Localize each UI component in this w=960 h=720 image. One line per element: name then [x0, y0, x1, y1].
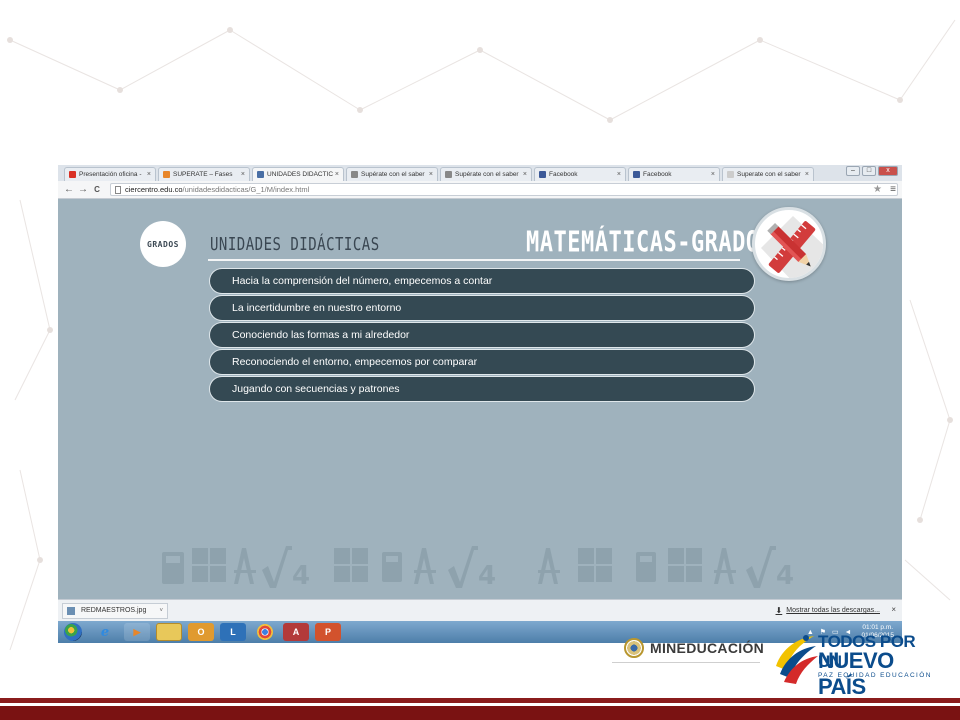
- colombia-seal-icon: [624, 638, 644, 658]
- browser-tab[interactable]: SUPERATE – Fases ×: [158, 167, 250, 181]
- close-tab-icon[interactable]: ×: [523, 171, 527, 178]
- chrome-icon[interactable]: [257, 624, 273, 640]
- footer-stripe-top: [0, 698, 960, 703]
- browser-toolbar: ← → C ciercentro.edu.co/unidadesdidactic…: [58, 181, 902, 199]
- tab-label: SUPERATE – Fases: [173, 171, 233, 178]
- browser-tab[interactable]: Facebook ×: [628, 167, 720, 181]
- square-root-icon: 4: [262, 546, 310, 591]
- download-filename: REDMAESTROS.jpg: [81, 607, 147, 614]
- pen-icon: [351, 171, 358, 178]
- tab-label: Facebook: [549, 171, 578, 178]
- tab-label: Supérate con el saber: [361, 171, 425, 178]
- footer-stripe-bottom: [0, 706, 960, 720]
- gmail-icon: [69, 171, 76, 178]
- calculator-icon: [162, 552, 184, 584]
- chevron-down-icon[interactable]: ˅: [159, 608, 163, 614]
- page-icon: [727, 171, 734, 178]
- browser-tab[interactable]: Presentación oficina - ×: [64, 167, 156, 181]
- tab-label: Facebook: [643, 171, 672, 178]
- access-icon[interactable]: A: [283, 623, 309, 641]
- media-player-icon[interactable]: ▶: [124, 623, 150, 641]
- todos-por-un-nuevo-pais-logo: TODOS POR UN NUEVO PAÍS PAZ EQUIDAD EDUC…: [772, 626, 932, 699]
- close-tab-icon[interactable]: ×: [617, 171, 621, 178]
- tab-label: Supérate con el saber: [455, 171, 519, 178]
- start-button[interactable]: [64, 623, 82, 641]
- tab-label: Presentación oficina -: [79, 171, 142, 178]
- lync-icon[interactable]: L: [220, 623, 246, 641]
- close-tab-icon[interactable]: ×: [805, 171, 809, 178]
- reload-button[interactable]: C: [90, 185, 104, 194]
- tricolor-swoosh-icon: [776, 635, 818, 684]
- browser-tab[interactable]: Superate con el saber ×: [722, 167, 814, 181]
- menu-icon[interactable]: ≡: [890, 184, 896, 195]
- maximize-button[interactable]: □: [862, 166, 876, 176]
- close-downloads-button[interactable]: ×: [891, 605, 896, 614]
- image-file-icon: [67, 606, 75, 615]
- pais-line3: PAZ EQUIDAD EDUCACIÓN: [818, 672, 932, 679]
- facebook-icon: [539, 171, 546, 178]
- show-all-label: Mostrar todas las descargas...: [786, 607, 880, 614]
- unit-link-counting[interactable]: Hacia la comprensión del número, empecem…: [210, 269, 754, 293]
- browser-tab[interactable]: Supérate con el saber ×: [440, 167, 532, 181]
- svg-text:4: 4: [478, 561, 496, 591]
- download-item[interactable]: REDMAESTROS.jpg ˅: [62, 602, 168, 619]
- units-list: Hacia la comprensión del número, empecem…: [210, 269, 754, 404]
- url-path: /unidadesdidacticas/G_1/M/index.html: [182, 185, 310, 194]
- facebook-icon: [633, 171, 640, 178]
- superate-icon: [163, 171, 170, 178]
- download-icon: ⬇: [775, 606, 783, 615]
- compass-icon: [234, 548, 256, 584]
- mineducacion-logo: MINEDUCACIÓN: [624, 638, 764, 658]
- close-tab-icon[interactable]: ×: [429, 171, 433, 178]
- unit-link-sequences[interactable]: Jugando con secuencias y patrones: [210, 377, 754, 401]
- browser-window: Presentación oficina - × SUPERATE – Fases…: [58, 165, 902, 643]
- grid-icon: [257, 171, 264, 178]
- unit-link-comparing[interactable]: Reconociendo el entorno, empecemos por c…: [210, 350, 754, 374]
- close-tab-icon[interactable]: ×: [711, 171, 715, 178]
- outlook-icon[interactable]: O: [188, 623, 214, 641]
- forward-button[interactable]: →: [76, 184, 90, 195]
- powerpoint-icon[interactable]: P: [315, 623, 341, 641]
- tab-label: UNIDADES DIDÁCTICAS: [267, 171, 333, 178]
- unit-link-uncertainty[interactable]: La incertidumbre en nuestro entorno: [210, 296, 754, 320]
- grados-button[interactable]: GRADOS: [140, 221, 186, 267]
- file-explorer-icon[interactable]: [156, 623, 182, 641]
- svg-text:4: 4: [776, 561, 794, 591]
- page-icon: [115, 185, 121, 194]
- browser-tab[interactable]: Supérate con el saber ×: [346, 167, 438, 181]
- minimize-button[interactable]: –: [846, 166, 860, 176]
- logo-divider: [612, 662, 760, 663]
- close-window-button[interactable]: x: [878, 166, 898, 176]
- bookmark-star-icon[interactable]: ★: [873, 184, 882, 195]
- pen-icon: [445, 171, 452, 178]
- close-tab-icon[interactable]: ×: [147, 171, 151, 178]
- tab-label: Superate con el saber: [737, 171, 801, 178]
- page-content: GRADOS UNIDADES DIDÁCTICAS MATEMÁTICAS-G…: [58, 199, 902, 599]
- downloads-bar: REDMAESTROS.jpg ˅ ⬇ Mostrar todas las de…: [58, 599, 902, 621]
- show-all-downloads-link[interactable]: ⬇ Mostrar todas las descargas...: [776, 606, 880, 615]
- address-bar[interactable]: ciercentro.edu.co/unidadesdidacticas/G_1…: [110, 183, 898, 196]
- svg-text:4: 4: [292, 561, 310, 591]
- mineducacion-text: MINEDUCACIÓN: [650, 640, 765, 656]
- subject-title: MATEMÁTICAS-GRADO 1: [526, 227, 788, 260]
- ruler-pencil-icon: [752, 207, 826, 281]
- section-title: UNIDADES DIDÁCTICAS: [210, 235, 380, 255]
- back-button[interactable]: ←: [62, 184, 76, 195]
- browser-tab[interactable]: UNIDADES DIDÁCTICAS×: [252, 167, 344, 181]
- close-tab-icon[interactable]: ×: [241, 171, 245, 178]
- internet-explorer-icon[interactable]: e: [92, 623, 118, 641]
- close-tab-icon[interactable]: ×: [335, 171, 339, 178]
- unit-link-shapes[interactable]: Conociendo las formas a mi alrededor: [210, 323, 754, 347]
- url-host: ciercentro.edu.co: [125, 185, 183, 194]
- operations-grid-icon: [192, 548, 226, 582]
- tab-strip: Presentación oficina - × SUPERATE – Fases…: [58, 165, 902, 181]
- browser-tab[interactable]: Facebook ×: [534, 167, 626, 181]
- window-controls: – □ x: [846, 166, 898, 176]
- math-icons-decoration: 4 4 4: [162, 546, 794, 591]
